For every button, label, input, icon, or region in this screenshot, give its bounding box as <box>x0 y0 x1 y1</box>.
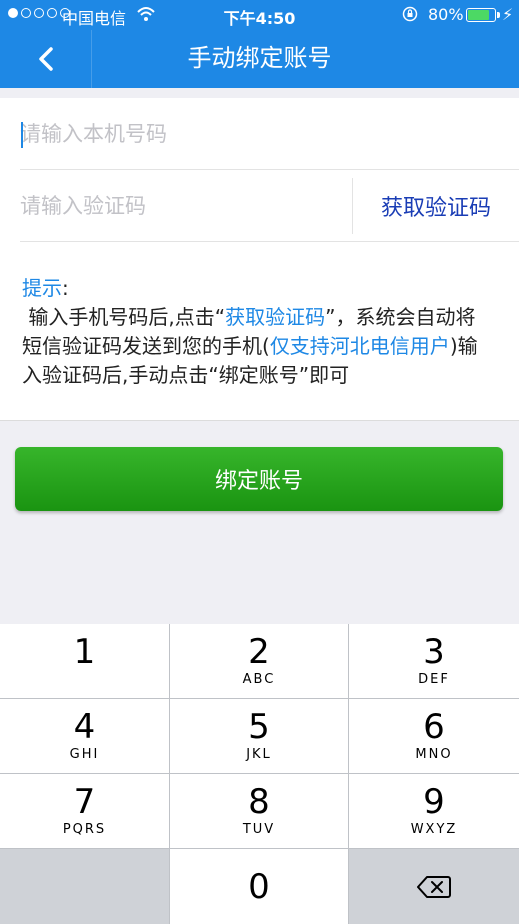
key-digit: 2 <box>248 632 270 672</box>
numeric-keypad: 1 2 ABC 3 DEF 4 GHI 5 JKL 6 MNO 7 PQRS 8 TUV 9W… <box>0 624 519 924</box>
phone-row <box>20 98 519 170</box>
top-bar: 中国电信 下午4:50 80% ⚡ 手动绑定账号 <box>0 0 519 88</box>
key-1[interactable]: 1 <box>0 624 170 699</box>
tips-section: 提示: 输入手机号码后,点击“获取验证码”，系统会自动将短信验证码发送到您的手机… <box>0 242 519 421</box>
key-digit: 6 <box>423 707 445 747</box>
key-4[interactable]: 4 GHI <box>0 699 170 774</box>
key-letters: WXYZ <box>410 822 458 837</box>
key-digit: 7 <box>73 782 96 822</box>
code-row: 获取验证码 <box>20 170 519 242</box>
bind-account-button[interactable]: 绑定账号 <box>15 447 503 511</box>
tips-text-1: 输入手机号码后,点击“ <box>28 305 226 329</box>
key-letters: PQRS <box>62 822 107 837</box>
rotation-lock-icon <box>402 6 418 22</box>
key-digit: 9 <box>423 782 445 822</box>
key-digit: 4 <box>73 707 96 747</box>
key-digit: 8 <box>248 782 270 822</box>
page-title: 手动绑定账号 <box>187 44 332 72</box>
bind-form: 获取验证码 提示: 输入手机号码后,点击“获取验证码”，系统会自动将短信验证码发… <box>0 98 519 421</box>
tips-heading: 提示 <box>22 276 62 300</box>
tips-hebei-only: 仅支持河北电信用户 <box>269 334 450 358</box>
get-code-button[interactable]: 获取验证码 <box>352 178 519 234</box>
key-0[interactable]: 0 <box>170 849 349 924</box>
tips-body: 输入手机号码后,点击“获取验证码”，系统会自动将短信验证码发送到您的手机(仅支持… <box>22 303 495 390</box>
key-letters: ABC <box>242 672 276 687</box>
key-2[interactable]: 2 ABC <box>170 624 349 699</box>
key-blank <box>0 849 170 924</box>
key-digit: 1 <box>73 632 96 672</box>
key-6[interactable]: 6 MNO <box>349 699 519 774</box>
status-bar: 中国电信 下午4:50 80% ⚡ <box>0 0 519 30</box>
key-8[interactable]: 8 TUV <box>170 774 349 849</box>
battery-icon <box>466 8 500 22</box>
key-9[interactable]: 9 WXYZ <box>349 774 519 849</box>
delete-key[interactable] <box>349 849 519 924</box>
text-caret <box>21 122 23 148</box>
key-letters: TUV <box>242 822 276 837</box>
key-3[interactable]: 3 DEF <box>349 624 519 699</box>
phone-input[interactable] <box>20 98 490 170</box>
key-letters: MNO <box>415 747 453 762</box>
backspace-icon <box>417 875 451 898</box>
battery-percent: 80% <box>428 5 464 24</box>
key-letters: DEF <box>418 672 450 687</box>
verification-code-input[interactable] <box>20 170 340 242</box>
tips-link-get-code: 获取验证码 <box>225 305 326 329</box>
charging-icon: ⚡ <box>502 5 514 24</box>
key-5[interactable]: 5 JKL <box>170 699 349 774</box>
key-letters: JKL <box>246 747 272 762</box>
key-letters: GHI <box>69 747 100 762</box>
key-digit: 0 <box>248 866 270 907</box>
key-digit: 3 <box>423 632 445 672</box>
key-digit: 5 <box>248 707 270 747</box>
key-7[interactable]: 7 PQRS <box>0 774 170 849</box>
tips-colon: : <box>62 276 69 300</box>
